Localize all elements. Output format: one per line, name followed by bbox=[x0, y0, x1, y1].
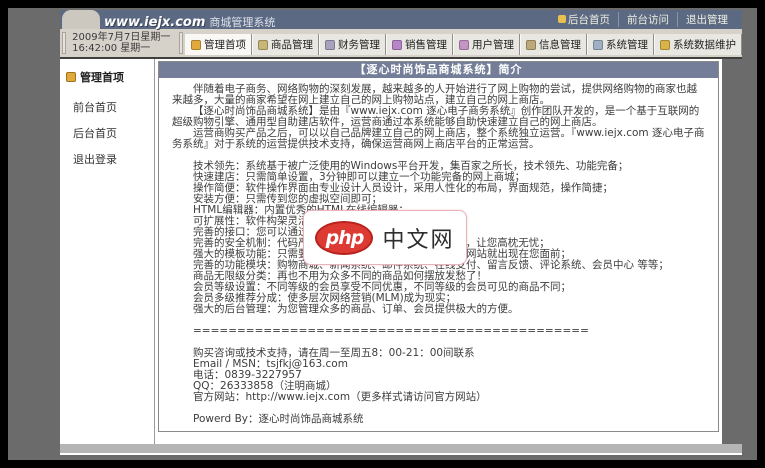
feature-line: 强大的后台管理：为您管理众多的商品、订单、会员提供极大的方便。 bbox=[193, 303, 519, 315]
php-logo-text: php bbox=[325, 226, 365, 249]
sidebar-header-label: 管理首项 bbox=[80, 71, 124, 84]
admin-home-icon bbox=[191, 39, 201, 50]
tab-admin-home[interactable]: 管理首项 bbox=[185, 34, 252, 55]
sidebar-header: 管理首项 bbox=[60, 67, 154, 94]
link-logout-label: 退出管理 bbox=[686, 14, 728, 26]
tab-system-label: 系统管理 bbox=[606, 39, 648, 51]
tab-data-maintenance[interactable]: 系统数据维护 bbox=[654, 34, 742, 55]
tab-users[interactable]: 用户管理 bbox=[453, 34, 520, 55]
folder-icon bbox=[66, 72, 76, 82]
tab-system[interactable]: 系统管理 bbox=[587, 34, 654, 55]
sales-icon bbox=[392, 39, 402, 50]
tab-info[interactable]: 信息管理 bbox=[520, 34, 587, 55]
tab-info-label: 信息管理 bbox=[539, 39, 581, 51]
content-title: 【逐心时尚饰品商城系统】简介 bbox=[159, 62, 718, 78]
database-icon bbox=[660, 39, 670, 50]
link-front-visit[interactable]: 前台访问 bbox=[618, 12, 677, 27]
titlebar: www.iejx.com 商城管理系统 后台首页 前台访问 退出管理 bbox=[60, 10, 742, 30]
site-title-suffix: 商城管理系统 bbox=[209, 16, 276, 29]
tab-data-maintenance-label: 系统数据维护 bbox=[673, 39, 736, 51]
sidebar-item-front-home[interactable]: 前台首页 bbox=[60, 94, 154, 120]
main-area: 【逐心时尚饰品商城系统】简介 伴随着电子商务、网络购物的深刻发展，越来越多的人开… bbox=[155, 59, 742, 444]
tab-users-label: 用户管理 bbox=[472, 39, 514, 51]
site-domain: www.iejx.com bbox=[104, 15, 206, 30]
php-cn-site-name: 中文网 bbox=[382, 227, 455, 253]
site-title: www.iejx.com 商城管理系统 bbox=[104, 11, 275, 30]
tab-goods-label: 商品管理 bbox=[271, 39, 313, 51]
info-icon bbox=[526, 39, 536, 50]
intro-paragraph: 运营商购买产品之后，可以以自己品牌建立自己的网上商店，整个系统独立运营。『www… bbox=[172, 127, 705, 150]
goods-icon bbox=[258, 39, 268, 50]
contact-website-line: 官方网站：http://www.iejx.com（更多样式请访问官方网站） bbox=[193, 391, 487, 403]
sidebar: 管理首项 前台首页 后台首页 退出登录 bbox=[60, 59, 155, 444]
users-icon bbox=[459, 39, 469, 50]
link-logout[interactable]: 退出管理 bbox=[677, 12, 736, 27]
sidebar-item-logout[interactable]: 退出登录 bbox=[60, 146, 154, 172]
separator-line: ========================================… bbox=[193, 325, 589, 337]
link-backend-home[interactable]: 后台首页 bbox=[550, 12, 618, 27]
powered-by-line: Powerd By：逐心时尚饰品商城系统 bbox=[193, 413, 364, 425]
link-backend-home-label: 后台首页 bbox=[568, 14, 610, 26]
tab-finance[interactable]: 财务管理 bbox=[319, 34, 386, 55]
sidebar-item-backend-home[interactable]: 后台首页 bbox=[60, 120, 154, 146]
php-logo-icon: php bbox=[315, 220, 374, 255]
toolbar-grip-mid bbox=[178, 32, 183, 54]
desktop-background: www.iejx.com 商城管理系统 后台首页 前台访问 退出管理 2009年7… bbox=[8, 8, 757, 460]
home-icon bbox=[558, 15, 566, 23]
window-body: 管理首项 前台首页 后台首页 退出登录 【逐心时尚饰品商城系统】简介 伴随着电子… bbox=[60, 59, 742, 453]
admin-window: www.iejx.com 商城管理系统 后台首页 前台访问 退出管理 2009年7… bbox=[60, 10, 742, 455]
content-panel: 【逐心时尚饰品商城系统】简介 伴随着电子商务、网络购物的深刻发展，越来越多的人开… bbox=[158, 61, 719, 432]
right-gutter bbox=[722, 59, 742, 444]
finance-icon bbox=[325, 39, 335, 50]
datetime-display: 2009年7月7日星期一 16:42:00 星期一 bbox=[72, 32, 171, 54]
intro-paragraph: 伴随着电子商务、网络购物的深刻发展，越来越多的人开始进行了网上购物的尝试，提供网… bbox=[172, 83, 697, 106]
nav-tabs: 管理首项 商品管理 财务管理 销售管理 用户管理 信息管理 系统管理 系统数据维… bbox=[185, 29, 742, 57]
intro-paragraph: 【逐心时尚饰品商城系统】是由『www.iejx.com 逐心电子商务系统』创作团… bbox=[172, 105, 700, 128]
tab-sales[interactable]: 销售管理 bbox=[386, 34, 453, 55]
link-front-visit-label: 前台访问 bbox=[627, 14, 669, 26]
toolbar-grip-left bbox=[62, 32, 67, 54]
tab-admin-home-label: 管理首项 bbox=[204, 39, 246, 51]
tab-finance-label: 财务管理 bbox=[338, 39, 380, 51]
toolbar: 2009年7月7日星期一 16:42:00 星期一 管理首项 商品管理 财务管理 bbox=[60, 29, 742, 59]
php-cn-watermark: php 中文网 bbox=[303, 210, 467, 265]
titlebar-notch bbox=[62, 10, 100, 29]
titlebar-links: 后台首页 前台访问 退出管理 bbox=[550, 10, 736, 29]
system-icon bbox=[593, 39, 603, 50]
tab-goods[interactable]: 商品管理 bbox=[252, 34, 319, 55]
tab-sales-label: 销售管理 bbox=[405, 39, 447, 51]
